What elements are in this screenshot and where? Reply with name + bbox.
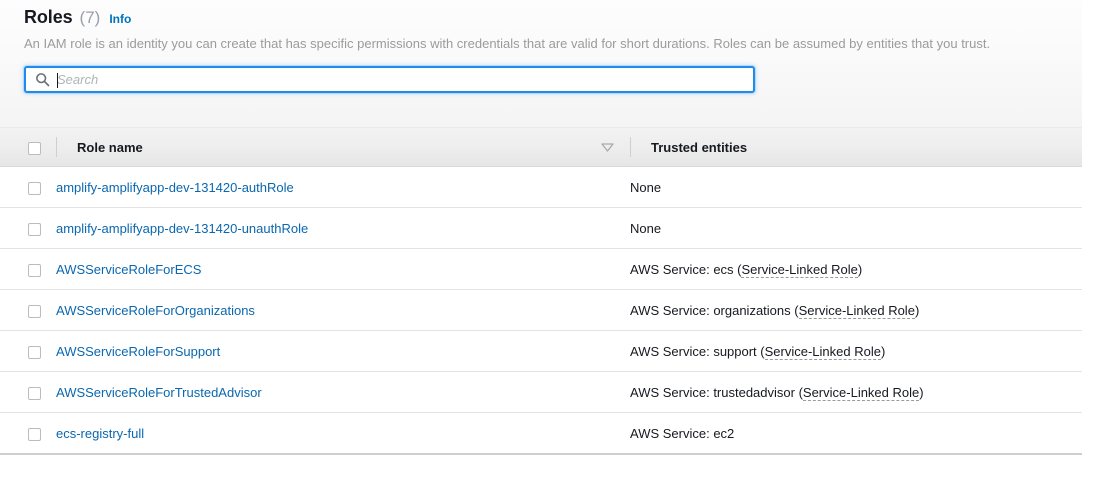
search-icon	[36, 72, 50, 86]
trusted-entity-text: AWS Service: ecs (	[630, 261, 742, 277]
cell-role-name: AWSServiceRoleForSupport	[56, 330, 630, 372]
row-select-cell	[0, 371, 56, 413]
select-all-header	[0, 128, 56, 167]
column-header-role-name-label: Role name	[77, 139, 143, 155]
table-row[interactable]: amplify-amplifyapp-dev-131420-unauthRole…	[0, 207, 1082, 249]
table-row[interactable]: AWSServiceRoleForECS AWS Service: ecs (S…	[0, 248, 1082, 290]
search-container	[24, 65, 755, 93]
sort-descending-icon[interactable]	[601, 142, 614, 152]
cell-trusted-entities: None	[630, 207, 1082, 249]
roles-count: (7)	[79, 8, 101, 27]
search-input[interactable]	[57, 68, 746, 90]
table-header: Role name Trusted entities	[0, 128, 1082, 167]
text-caret	[57, 72, 58, 88]
trusted-entity-text: None	[630, 220, 662, 236]
cell-trusted-entities: AWS Service: ecs (Service-Linked Role)	[630, 248, 1082, 290]
panel-header: Roles (7) Info An IAM role is an identit…	[0, 0, 1082, 128]
service-linked-role-hint[interactable]: Service-Linked Role	[741, 261, 858, 278]
role-link[interactable]: AWSServiceRoleForOrganizations	[56, 303, 255, 318]
cell-trusted-entities: AWS Service: organizations (Service-Link…	[630, 289, 1082, 331]
page-title: Roles (7) Info	[24, 7, 1058, 29]
cell-role-name: ecs-registry-full	[56, 412, 630, 455]
cell-role-name: amplify-amplifyapp-dev-131420-authRole	[56, 166, 630, 208]
page-title-text: Roles	[24, 7, 73, 27]
trusted-entity-suffix: )	[919, 384, 924, 400]
trusted-entity-text: AWS Service: organizations (	[630, 302, 799, 318]
role-link[interactable]: AWSServiceRoleForSupport	[56, 344, 220, 359]
service-linked-role-hint[interactable]: Service-Linked Role	[802, 384, 920, 401]
row-checkbox[interactable]	[28, 345, 41, 359]
trusted-entity-suffix: )	[857, 261, 863, 277]
column-header-role-name[interactable]: Role name	[56, 128, 630, 167]
info-link[interactable]: Info	[109, 12, 131, 26]
cell-trusted-entities: AWS Service: trustedadvisor (Service-Lin…	[630, 371, 1082, 413]
row-checkbox[interactable]	[28, 304, 41, 318]
row-select-cell	[0, 412, 56, 455]
cell-role-name: amplify-amplifyapp-dev-131420-unauthRole	[56, 207, 630, 249]
service-linked-role-hint[interactable]: Service-Linked Role	[764, 343, 881, 360]
table-row[interactable]: AWSServiceRoleForTrustedAdvisor AWS Serv…	[0, 371, 1082, 413]
table-row[interactable]: amplify-amplifyapp-dev-131420-authRole N…	[0, 166, 1082, 208]
row-select-cell	[0, 248, 56, 290]
table-row[interactable]: ecs-registry-full AWS Service: ec2	[0, 412, 1082, 455]
row-checkbox[interactable]	[28, 386, 41, 400]
table-row[interactable]: AWSServiceRoleForSupport AWS Service: su…	[0, 330, 1082, 372]
table-header-row: Role name Trusted entities	[0, 128, 1082, 167]
search-box[interactable]	[24, 65, 755, 93]
select-all-checkbox[interactable]	[28, 141, 41, 155]
cell-trusted-entities: AWS Service: support (Service-Linked Rol…	[630, 330, 1082, 372]
trusted-entity-text: AWS Service: support (	[630, 343, 765, 359]
table-row[interactable]: AWSServiceRoleForOrganizations AWS Servi…	[0, 289, 1082, 331]
cell-role-name: AWSServiceRoleForOrganizations	[56, 289, 630, 331]
row-checkbox[interactable]	[28, 263, 41, 277]
row-select-cell	[0, 330, 56, 372]
roles-table: Role name Trusted entities amplify-ampli…	[0, 128, 1082, 455]
column-header-trusted-entities-label: Trusted entities	[651, 139, 748, 155]
service-linked-role-hint[interactable]: Service-Linked Role	[798, 302, 915, 319]
cell-trusted-entities: None	[630, 166, 1082, 208]
trusted-entity-suffix: )	[914, 302, 920, 318]
role-link[interactable]: AWSServiceRoleForECS	[56, 262, 201, 277]
row-checkbox[interactable]	[28, 181, 41, 195]
row-select-cell	[0, 289, 56, 331]
trusted-entity-text: None	[630, 179, 662, 195]
row-select-cell	[0, 207, 56, 249]
role-link[interactable]: ecs-registry-full	[56, 426, 144, 441]
role-link[interactable]: amplify-amplifyapp-dev-131420-unauthRole	[56, 221, 308, 236]
table-body: amplify-amplifyapp-dev-131420-authRole N…	[0, 166, 1082, 455]
cell-trusted-entities: AWS Service: ec2	[630, 412, 1082, 455]
role-link[interactable]: AWSServiceRoleForTrustedAdvisor	[56, 385, 262, 400]
row-checkbox[interactable]	[28, 222, 41, 236]
cell-role-name: AWSServiceRoleForTrustedAdvisor	[56, 371, 630, 413]
trusted-entity-text: AWS Service: ec2	[630, 425, 735, 441]
column-header-trusted-entities[interactable]: Trusted entities	[630, 128, 1082, 167]
row-select-cell	[0, 166, 56, 208]
cell-role-name: AWSServiceRoleForECS	[56, 248, 630, 290]
row-checkbox[interactable]	[28, 427, 41, 441]
roles-panel: Roles (7) Info An IAM role is an identit…	[0, 0, 1082, 455]
panel-description: An IAM role is an identity you can creat…	[24, 35, 991, 51]
trusted-entity-suffix: )	[880, 343, 886, 359]
role-link[interactable]: amplify-amplifyapp-dev-131420-authRole	[56, 180, 294, 195]
trusted-entity-text: AWS Service: trustedadvisor (	[630, 384, 803, 400]
